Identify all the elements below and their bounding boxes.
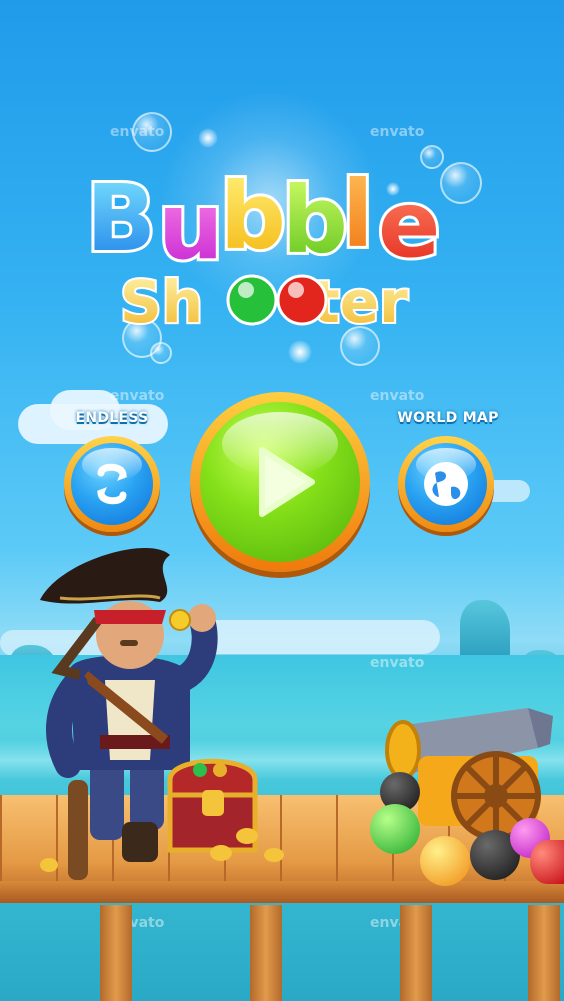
game-logo: B u b b l e Sh ter [80,140,500,340]
svg-text:b: b [220,163,286,270]
shuffle-icon [97,463,127,505]
dock-post [400,905,432,1001]
dock-post [528,905,560,1001]
world-map-button-face [405,443,487,525]
dock-post [100,905,132,1001]
watermark: envato [110,388,165,404]
watermark: envato [370,388,425,404]
logo-art: B u b b l e Sh ter [83,158,443,338]
svg-text:l: l [342,161,374,268]
gold-coin [169,609,191,631]
endless-button[interactable] [64,436,160,532]
green-bubble [370,804,420,854]
svg-text:u: u [158,173,224,280]
gold-coin [264,848,284,862]
watermark: envato [370,124,425,140]
sparkle [288,340,312,364]
svg-text:B: B [86,165,156,272]
watermark: envato [370,655,425,671]
endless-label: ENDLESS [75,410,149,426]
world-map-button[interactable] [398,436,494,532]
decorative-bubble [150,342,172,364]
gold-coin [210,845,232,861]
gold-coin [40,858,58,872]
svg-text:e: e [378,171,440,278]
endless-button-face [71,443,153,525]
dock-post [250,905,282,1001]
island [460,600,510,660]
svg-text:b: b [282,167,348,274]
treasure-chest [167,758,258,853]
globe-icon [424,462,468,506]
gold-coin [236,828,258,844]
dock-plank [280,795,338,891]
peg-leg [68,780,88,880]
play-button-face [200,402,360,562]
world-map-label: WORLD MAP [397,410,499,426]
play-icon [259,447,315,517]
game-main-menu: envato envato envato envato envato envat… [0,0,564,1001]
svg-text:Sh: Sh [120,268,203,336]
red-bubble [530,840,564,884]
orange-bubble [420,836,470,886]
